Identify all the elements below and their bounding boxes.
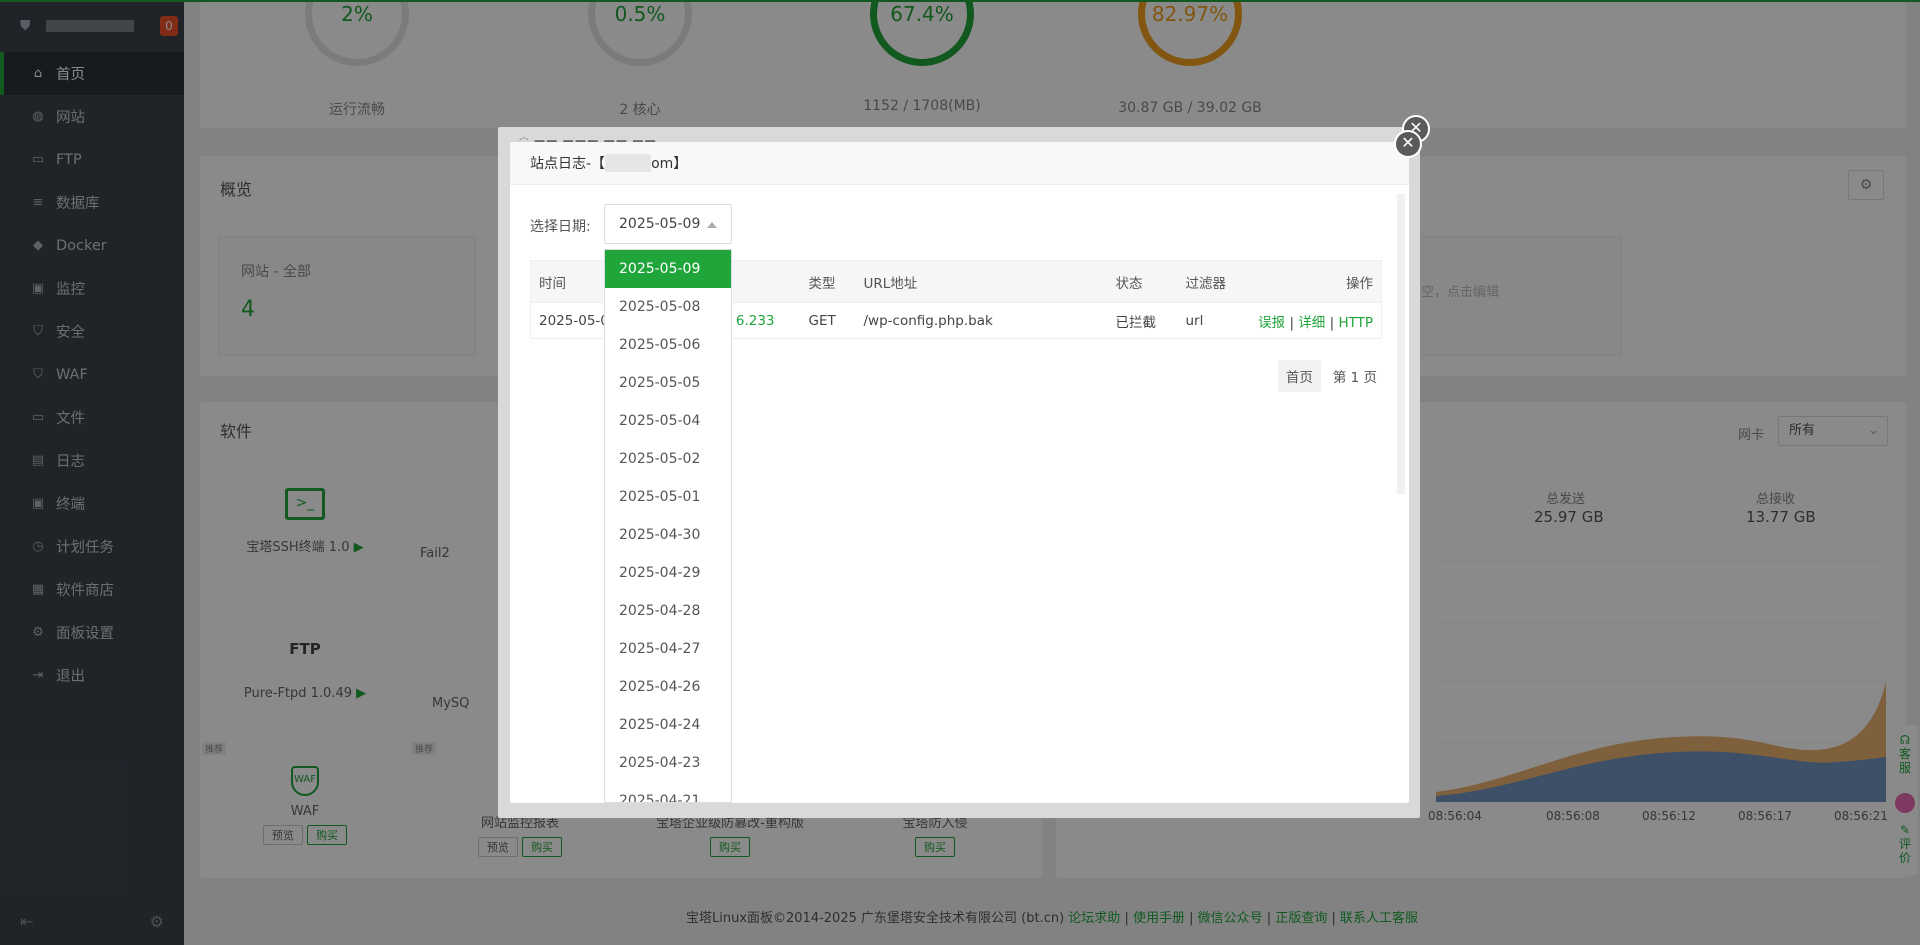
col-status: 状态 — [1107, 260, 1178, 303]
domain-redacted — [605, 154, 652, 172]
row-url: /wp-config.php.bak — [855, 302, 1108, 339]
col-url: URL地址 — [855, 260, 1108, 303]
date-dropdown-list: 2025-05-09 2025-05-08 2025-05-06 2025-05-05… — [604, 249, 732, 803]
http-link[interactable]: HTTP — [1338, 315, 1373, 331]
dialog-title-suffix: om】 — [651, 156, 688, 172]
date-option[interactable]: 2025-05-08 — [605, 288, 731, 326]
date-option[interactable]: 2025-04-26 — [605, 668, 731, 706]
row-filter: url — [1177, 302, 1248, 339]
date-option[interactable]: 2025-05-02 — [605, 440, 731, 478]
caret-up-icon — [707, 222, 717, 228]
dialog-scrollbar[interactable] — [1397, 194, 1405, 494]
row-actions: 误报 | 详细 | HTTP — [1247, 302, 1382, 339]
row-type: GET — [800, 302, 856, 339]
date-option[interactable]: 2025-04-30 — [605, 516, 731, 554]
date-select-value: 2025-05-09 — [619, 216, 701, 232]
false-positive-link[interactable]: 误报 — [1258, 315, 1285, 331]
col-type: 类型 — [800, 260, 856, 303]
date-option[interactable]: 2025-04-21 — [605, 782, 731, 802]
col-filter: 过滤器 — [1177, 260, 1248, 303]
date-option[interactable]: 2025-04-24 — [605, 706, 731, 744]
page-indicator: 第 1 页 — [1332, 370, 1377, 386]
row-status: 已拦截 — [1107, 302, 1178, 339]
date-option[interactable]: 2025-05-06 — [605, 326, 731, 364]
pagination: 首页 第 1 页 — [1277, 360, 1377, 392]
col-actions: 操作 — [1247, 260, 1382, 303]
date-option[interactable]: 2025-04-23 — [605, 744, 731, 782]
date-option[interactable]: 2025-05-04 — [605, 402, 731, 440]
row-ip-link[interactable]: 6.233 — [736, 313, 775, 329]
date-option[interactable]: 2025-05-01 — [605, 478, 731, 516]
row-time-text: 2025-05-0 — [539, 312, 609, 329]
dialog-header: 站点日志-【 om】 — [510, 142, 1409, 185]
date-label: 选择日期: — [530, 219, 591, 235]
dialog-title-prefix: 站点日志-【 — [530, 156, 606, 172]
date-option[interactable]: 2025-04-29 — [605, 554, 731, 592]
first-page-button[interactable]: 首页 — [1277, 360, 1321, 392]
detail-link[interactable]: 详细 — [1298, 315, 1325, 331]
date-option[interactable]: 2025-04-27 — [605, 630, 731, 668]
date-option[interactable]: 2025-04-28 — [605, 592, 731, 630]
date-select[interactable]: 2025-05-09 — [604, 204, 732, 244]
close-dialog-icon[interactable]: ✕ — [1394, 130, 1422, 158]
date-option[interactable]: 2025-05-05 — [605, 364, 731, 402]
date-option[interactable]: 2025-05-09 — [605, 250, 731, 288]
